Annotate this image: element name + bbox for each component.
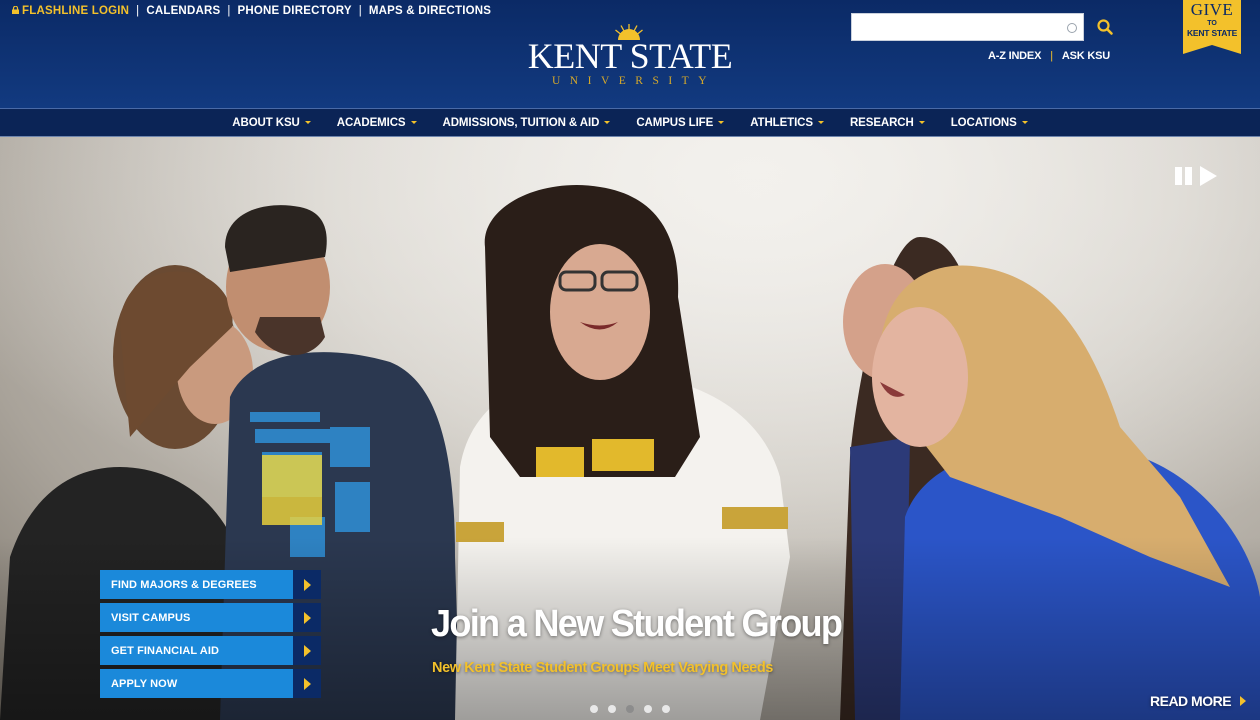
- pause-icon[interactable]: [1174, 166, 1194, 186]
- az-index-link[interactable]: A-Z INDEX: [988, 50, 1041, 62]
- separator: |: [358, 5, 362, 17]
- nav-about-ksu[interactable]: ABOUT KSU: [232, 116, 311, 129]
- get-financial-aid-button[interactable]: GET FINANCIAL AID: [100, 636, 321, 665]
- site-header: FLASHLINE LOGIN | CALENDARS | PHONE DIRE…: [0, 0, 1260, 108]
- separator: |: [1050, 50, 1053, 62]
- apply-now-button[interactable]: APPLY NOW: [100, 669, 321, 698]
- slide-dot-1[interactable]: [590, 705, 598, 713]
- quick-links: FIND MAJORS & DEGREES VISIT CAMPUS GET F…: [100, 570, 321, 702]
- chevron-right-icon: [293, 570, 321, 599]
- nav-label: ADMISSIONS, TUITION & AID: [442, 116, 600, 129]
- utility-links: FLASHLINE LOGIN | CALENDARS | PHONE DIRE…: [12, 5, 491, 17]
- flashline-label: FLASHLINE LOGIN: [22, 5, 130, 17]
- search-box: [851, 13, 1084, 41]
- caret-down-icon: [1021, 121, 1028, 124]
- calendars-link[interactable]: CALENDARS: [146, 5, 220, 17]
- nav-label: ACADEMICS: [336, 116, 406, 129]
- give-text: GIVE TO KENT STATE: [1183, 0, 1241, 39]
- read-more-link[interactable]: READ MORE: [1150, 693, 1247, 709]
- kent-state-logo[interactable]: KENT STATE UNIVERSITY: [522, 24, 738, 90]
- caret-down-icon: [918, 121, 925, 124]
- find-majors-button[interactable]: FIND MAJORS & DEGREES: [100, 570, 321, 599]
- quick-link-label: VISIT CAMPUS: [111, 611, 191, 624]
- nav-academics[interactable]: ACADEMICS: [337, 117, 417, 129]
- nav-label: ABOUT KSU: [232, 116, 300, 129]
- chevron-right-icon: [293, 636, 321, 665]
- nav-label: ATHLETICS: [750, 116, 813, 129]
- nav-label: CAMPUS LIFE: [636, 116, 714, 129]
- loading-spinner-icon: [1067, 23, 1077, 33]
- give-label: GIVE: [1190, 0, 1234, 19]
- nav-athletics[interactable]: ATHLETICS: [750, 117, 824, 129]
- slide-dot-3[interactable]: [626, 705, 634, 713]
- quick-link-label: APPLY NOW: [111, 677, 178, 690]
- visit-campus-button[interactable]: VISIT CAMPUS: [100, 603, 321, 632]
- chevron-right-icon: [293, 603, 321, 632]
- maps-directions-link[interactable]: MAPS & DIRECTIONS: [369, 5, 491, 17]
- search-input[interactable]: [852, 14, 1083, 40]
- slide-dot-2[interactable]: [608, 705, 616, 713]
- read-more-label: READ MORE: [1150, 693, 1232, 709]
- give-to-kent-state-badge[interactable]: GIVE TO KENT STATE: [1183, 0, 1241, 54]
- nav-locations[interactable]: LOCATIONS: [951, 117, 1028, 129]
- nav-campus-life[interactable]: CAMPUS LIFE: [636, 116, 725, 129]
- hero-slideshow[interactable]: FIND MAJORS & DEGREES VISIT CAMPUS GET F…: [0, 137, 1260, 720]
- caret-down-icon: [718, 121, 725, 124]
- chevron-right-icon: [293, 669, 321, 698]
- header-right-links: A-Z INDEX | ASK KSU: [988, 50, 1110, 62]
- give-kent-state-label: KENT STATE: [1186, 28, 1238, 38]
- separator: |: [136, 5, 140, 17]
- nav-research[interactable]: RESEARCH: [850, 117, 925, 129]
- slideshow-controls: [1174, 165, 1220, 187]
- separator: |: [227, 5, 231, 17]
- hero-headline[interactable]: Join a New Student Group: [431, 603, 843, 646]
- ask-ksu-link[interactable]: ASK KSU: [1062, 50, 1110, 62]
- nav-label: RESEARCH: [849, 116, 914, 129]
- lock-icon: [12, 6, 19, 14]
- caret-down-icon: [304, 121, 311, 124]
- slide-dot-4[interactable]: [644, 705, 652, 713]
- chevron-right-icon: [1240, 696, 1247, 706]
- nav-admissions[interactable]: ADMISSIONS, TUITION & AID: [443, 117, 611, 129]
- quick-link-label: GET FINANCIAL AID: [111, 644, 220, 657]
- caret-down-icon: [817, 121, 824, 124]
- quick-link-label: FIND MAJORS & DEGREES: [111, 578, 257, 591]
- search-icon[interactable]: [1096, 18, 1114, 36]
- slide-indicators: [590, 705, 680, 713]
- caret-down-icon: [410, 121, 417, 124]
- flashline-login-link[interactable]: FLASHLINE LOGIN: [12, 5, 129, 17]
- logo-subtitle: UNIVERSITY: [552, 75, 716, 87]
- caret-down-icon: [604, 121, 611, 124]
- give-to-label: TO: [1207, 20, 1217, 27]
- slide-dot-5[interactable]: [662, 705, 670, 713]
- hero-subheadline: New Kent State Student Groups Meet Varyi…: [432, 660, 773, 676]
- play-icon[interactable]: [1200, 166, 1217, 186]
- nav-label: LOCATIONS: [950, 116, 1017, 129]
- phone-directory-link[interactable]: PHONE DIRECTORY: [238, 5, 352, 17]
- main-nav: ABOUT KSU ACADEMICS ADMISSIONS, TUITION …: [0, 108, 1260, 137]
- logo-wordmark: KENT STATE: [527, 36, 733, 76]
